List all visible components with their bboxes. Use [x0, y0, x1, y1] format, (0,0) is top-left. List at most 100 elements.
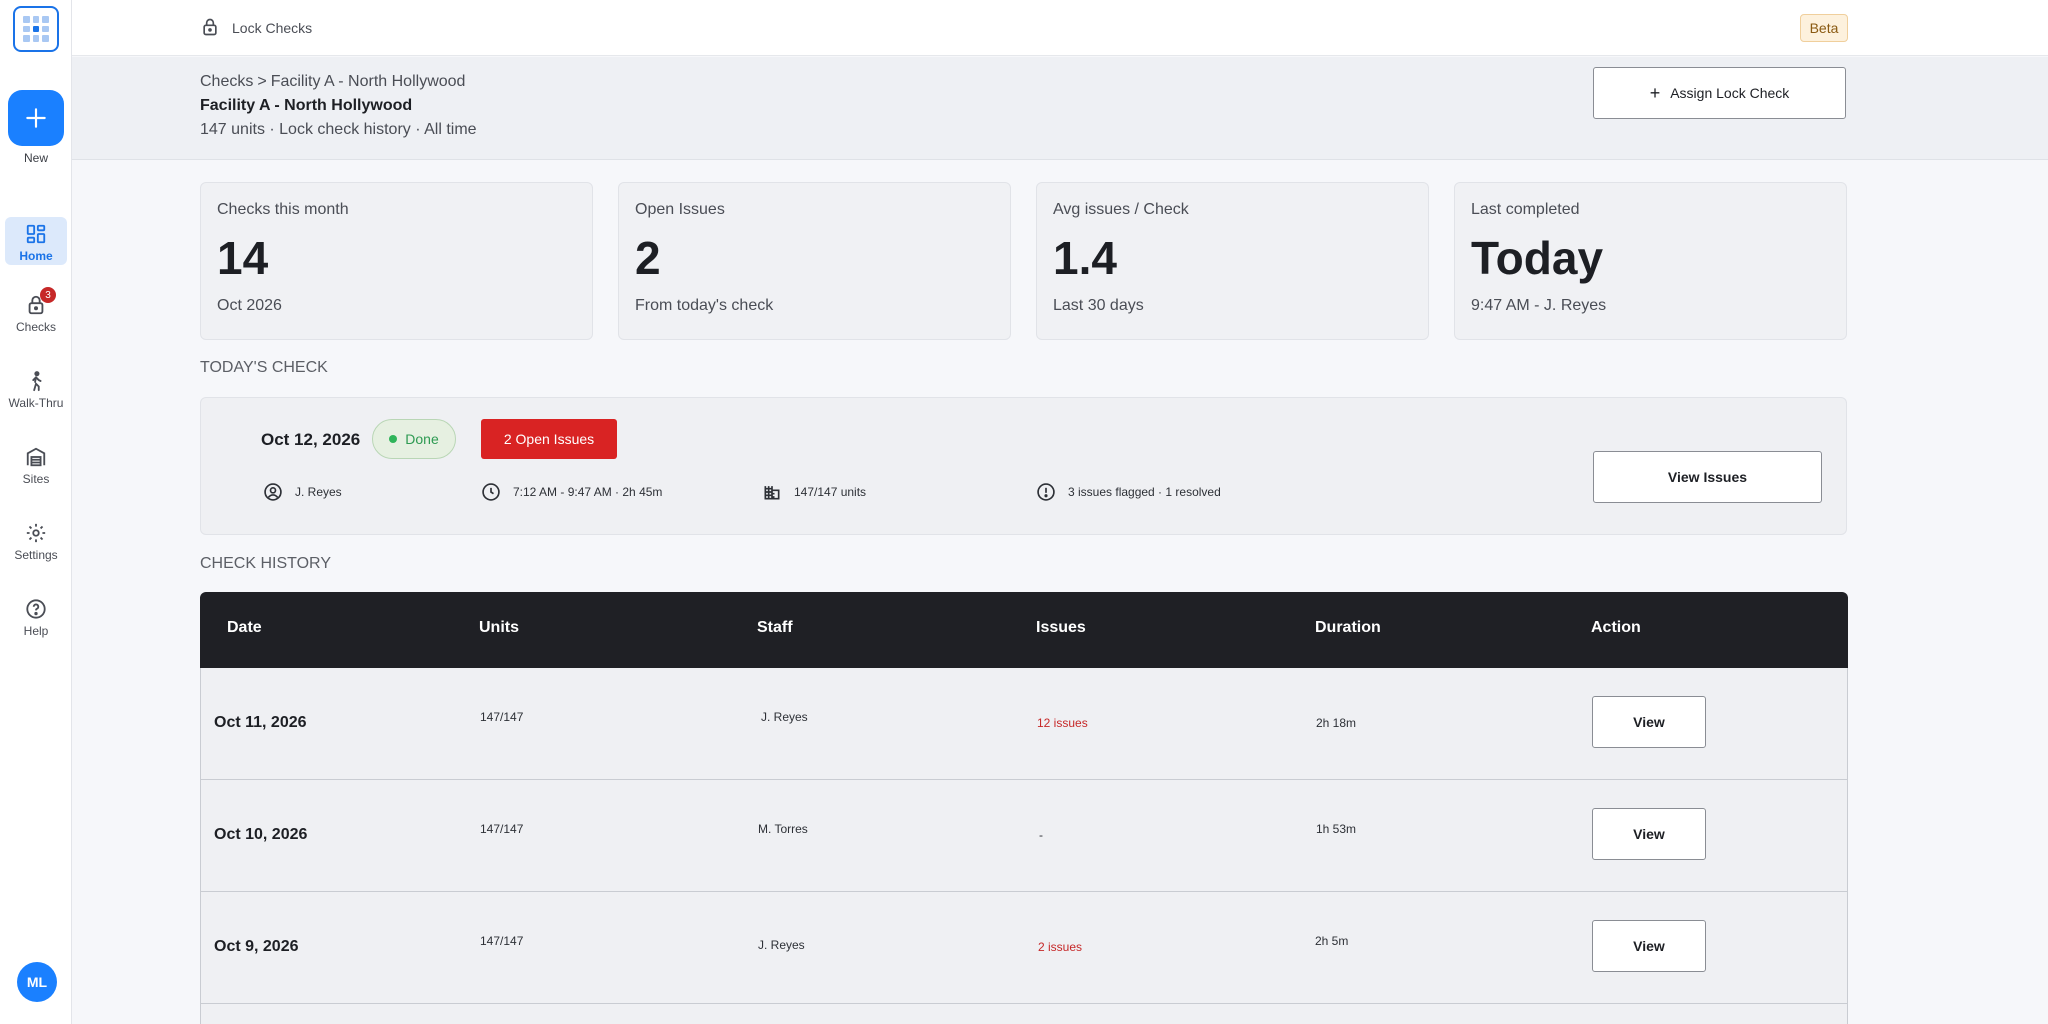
todays-check-time: 7:12 AM - 9:47 AM · 2h 45m: [481, 482, 662, 502]
top-bar: Lock Checks Beta: [72, 0, 2048, 56]
page-header: Checks > Facility A - North Hollywood Faci…: [72, 57, 2048, 160]
stat-value: 1.4: [1053, 232, 1117, 284]
column-header-date[interactable]: Date: [227, 619, 262, 637]
todays-check-issues: 3 issues flagged · 1 resolved: [1036, 482, 1221, 502]
check-history-heading: CHECK HISTORY: [200, 555, 331, 572]
todays-check-date: Oct 12, 2026: [261, 430, 361, 449]
row-units: 147/147: [480, 822, 524, 836]
sidebar: New Home 3 Checks Walk-Thru Sites Settin…: [0, 0, 72, 1024]
sidebar-item-sites[interactable]: Sites: [0, 440, 72, 486]
stat-label: Checks this month: [217, 201, 349, 218]
clock-icon: [482, 483, 500, 501]
dashboard-icon: [26, 224, 46, 244]
view-button[interactable]: View: [1592, 808, 1706, 860]
row-units: 147/147: [480, 934, 524, 948]
table-row: Oct 10, 2026 147/147 M. Torres - 1h 53m …: [200, 780, 1848, 892]
breadcrumb-current: Facility A - North Hollywood: [270, 73, 466, 90]
open-issues-button[interactable]: 2 Open Issues: [481, 419, 617, 459]
todays-check-card: Oct 12, 2026 Done 2 Open Issues J. Reyes…: [200, 397, 1847, 535]
breadcrumb-root[interactable]: Checks: [200, 73, 253, 90]
todays-check-units: 147/147 units: [762, 482, 866, 502]
stat-subtext: Last 30 days: [1053, 297, 1144, 314]
todays-check-staff: J. Reyes: [263, 482, 342, 502]
table-row: Oct 11, 2026 147/147 J. Reyes 12 issues …: [200, 668, 1848, 780]
building-icon: [764, 486, 780, 500]
time-range: 7:12 AM - 9:47 AM · 2h 45m: [513, 485, 663, 499]
row-duration: 2h 18m: [1316, 716, 1357, 730]
issues-summary: 3 issues flagged · 1 resolved: [1068, 485, 1221, 499]
breadcrumb-separator: >: [257, 73, 267, 90]
view-issues-button[interactable]: View Issues: [1593, 451, 1822, 503]
stat-card-open-issues: Open Issues 2 From today's check: [618, 182, 1011, 340]
assign-lock-check-button[interactable]: + Assign Lock Check: [1593, 67, 1846, 119]
status-badge: Done: [372, 419, 456, 459]
stat-subtext: 9:47 AM - J. Reyes: [1471, 297, 1607, 314]
table-header: Date Units Staff Issues Duration Action: [200, 592, 1848, 668]
todays-check-heading: TODAY'S CHECK: [200, 359, 328, 376]
sidebar-item-label: Help: [23, 624, 49, 638]
row-duration: 1h 53m: [1316, 822, 1357, 836]
row-date: Oct 11, 2026: [214, 714, 307, 731]
stat-value: Today: [1471, 232, 1604, 284]
table-row: Oct 9, 2026 147/147 J. Reyes 2 issues 2h…: [200, 892, 1848, 1004]
gear-icon: [26, 523, 46, 543]
row-issues: 12 issues: [1037, 716, 1088, 730]
status-dot-icon: [389, 435, 398, 443]
stat-subtext: From today's check: [635, 297, 774, 314]
sidebar-item-label: Sites: [22, 472, 50, 486]
sidebar-item-help[interactable]: Help: [0, 592, 72, 638]
row-issues: -: [1039, 828, 1043, 842]
plus-icon: [26, 108, 46, 128]
column-header-staff[interactable]: Staff: [757, 619, 793, 637]
sidebar-item-label: Walk-Thru: [8, 396, 64, 410]
beta-badge: Beta: [1800, 14, 1848, 42]
sidebar-item-label: Settings: [14, 548, 58, 562]
stat-card-avg-issues: Avg issues / Check 1.4 Last 30 days: [1036, 182, 1429, 340]
row-date: Oct 10, 2026: [214, 826, 308, 843]
breadcrumb: Checks > Facility A - North Hollywood: [200, 73, 465, 91]
assign-button-label: Assign Lock Check: [1670, 85, 1790, 101]
stat-value: 2: [635, 232, 661, 284]
page-subtitle: 147 units · Lock check history · All tim…: [200, 121, 477, 138]
stat-label: Avg issues / Check: [1053, 201, 1189, 218]
row-staff: M. Torres: [758, 822, 808, 836]
row-duration: 2h 5m: [1315, 934, 1349, 948]
sidebar-item-label: Home: [19, 249, 53, 263]
status-label: Done: [405, 431, 439, 447]
column-header-duration[interactable]: Duration: [1315, 619, 1381, 637]
app-grid-logo-icon[interactable]: [13, 6, 59, 52]
building-icon: [26, 447, 46, 467]
view-button[interactable]: View: [1592, 696, 1706, 748]
staff-name: J. Reyes: [295, 485, 342, 499]
checks-count-badge: 3: [40, 287, 56, 303]
app-title: Lock Checks: [232, 20, 313, 36]
new-button[interactable]: [8, 90, 64, 146]
sidebar-item-walk-thru[interactable]: Walk-Thru: [0, 364, 72, 410]
view-button[interactable]: View: [1592, 920, 1706, 972]
walking-person-icon: [32, 371, 42, 392]
stat-label: Open Issues: [635, 201, 725, 218]
stat-subtext: Oct 2026: [217, 297, 282, 314]
stat-label: Last completed: [1471, 201, 1580, 218]
row-staff: J. Reyes: [758, 938, 805, 952]
sidebar-item-checks[interactable]: 3 Checks: [0, 287, 72, 334]
units-count: 147/147 units: [794, 485, 867, 499]
user-avatar[interactable]: ML: [17, 962, 57, 1002]
column-header-issues[interactable]: Issues: [1036, 619, 1086, 637]
user-circle-icon: [264, 483, 282, 501]
new-button-label: New: [23, 151, 48, 165]
row-date: Oct 9, 2026: [214, 938, 299, 955]
lock-icon: [200, 16, 220, 43]
check-history-table: Date Units Staff Issues Duration Action …: [200, 592, 1848, 1024]
stat-card-checks-this-month: Checks this month 14 Oct 2026: [200, 182, 593, 340]
column-header-units[interactable]: Units: [479, 619, 519, 637]
table-row: [200, 1004, 1848, 1024]
stat-value: 14: [217, 232, 269, 284]
row-staff: J. Reyes: [761, 710, 808, 724]
sidebar-item-home[interactable]: Home: [0, 217, 72, 265]
page-title: Facility A - North Hollywood: [200, 97, 413, 114]
sidebar-item-settings[interactable]: Settings: [0, 516, 72, 562]
stat-card-last-completed: Last completed Today 9:47 AM - J. Reyes: [1454, 182, 1847, 340]
help-icon: [26, 599, 46, 619]
row-units: 147/147: [480, 710, 524, 724]
